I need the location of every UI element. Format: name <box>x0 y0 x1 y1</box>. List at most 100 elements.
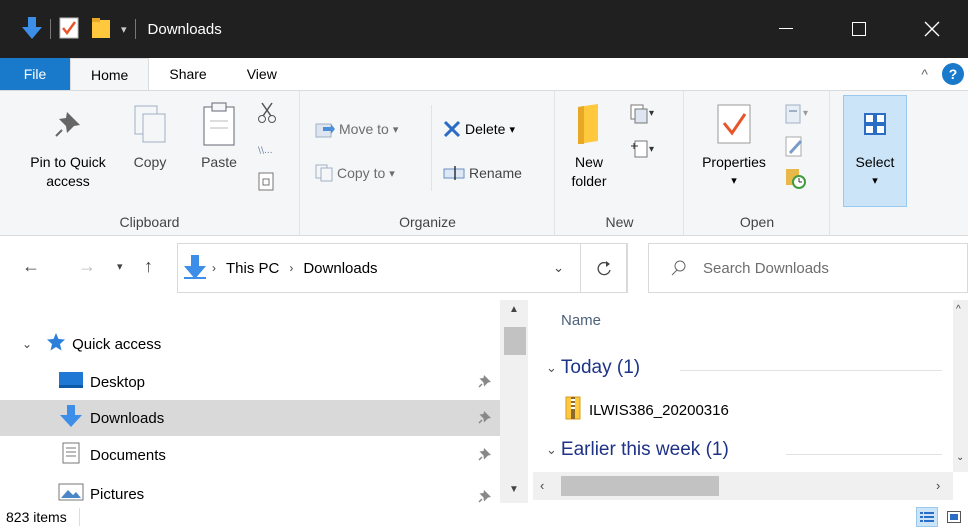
details-view-icon[interactable] <box>916 507 938 527</box>
forward-icon[interactable]: → <box>78 256 96 277</box>
history-icon[interactable] <box>785 167 807 191</box>
select-dropdown-icon: ▾ <box>872 175 878 187</box>
customize-qat-icon[interactable]: ▾ <box>121 23 127 36</box>
refresh-icon <box>597 261 611 276</box>
ribbon: Pin to Quick access Copy Paste \\... Cli… <box>0 90 968 236</box>
select-all-icon <box>863 95 887 153</box>
new-folder-qat-icon[interactable] <box>91 17 111 42</box>
nav-item-label: Pictures <box>90 485 145 503</box>
zip-file-icon <box>565 396 581 424</box>
group-header-earlier-this-week[interactable]: ⌄ Earlier this week (1) <box>546 439 729 461</box>
pin-icon[interactable] <box>478 447 492 465</box>
search-placeholder: Search Downloads <box>703 259 829 277</box>
tab-file[interactable]: File <box>0 58 70 90</box>
tab-home[interactable]: Home <box>70 58 150 91</box>
quick-access-toolbar: ▾ Downloads <box>0 0 222 58</box>
breadcrumb-downloads[interactable]: Downloads <box>303 260 377 277</box>
nav-item-documents[interactable]: Documents <box>0 437 500 473</box>
status-bar: 823 items <box>0 503 968 531</box>
delete-label: Delete <box>465 121 506 137</box>
clipboard-group: Pin to Quick access Copy Paste \\... Cli… <box>0 91 300 235</box>
move-to-button[interactable]: Move to ▾ <box>315 117 398 141</box>
column-header-name[interactable]: Name <box>561 312 601 329</box>
copy-to-label: Copy to <box>337 165 386 181</box>
scroll-right-icon[interactable]: › <box>936 478 940 493</box>
breadcrumb-this-pc[interactable]: This PC <box>226 260 279 277</box>
scroll-down-icon[interactable]: ▼ <box>509 484 519 495</box>
paste-shortcut-icon[interactable] <box>258 169 274 193</box>
copy-path-icon[interactable]: \\... <box>258 137 278 161</box>
easy-access-icon[interactable]: ▾ <box>630 137 656 161</box>
properties-button[interactable]: Properties ▾ <box>691 95 777 191</box>
search-box[interactable]: Search Downloads <box>648 243 968 293</box>
minimize-button[interactable] <box>749 0 822 58</box>
collapse-chevron-icon[interactable]: ⌄ <box>546 442 557 458</box>
svg-text:▾: ▾ <box>649 144 654 155</box>
address-bar[interactable]: › This PC › Downloads ⌄ <box>177 243 627 293</box>
paste-label: Paste <box>201 154 237 170</box>
new-group-label: New <box>605 214 634 230</box>
nav-item-downloads[interactable]: Downloads <box>0 400 500 436</box>
new-item-icon[interactable]: ▾ <box>630 103 656 127</box>
group-header-label: Today (1) <box>560 357 641 378</box>
open-group-label: Open <box>739 214 775 230</box>
navigation-pane: ⌄ Quick access Desktop Downloads Documen… <box>0 300 528 503</box>
pin-icon[interactable] <box>478 489 492 503</box>
scroll-up-icon[interactable]: ▲ <box>509 304 519 315</box>
nav-item-label: Desktop <box>90 373 146 391</box>
expand-chevron-icon[interactable]: ⌄ <box>22 337 32 351</box>
pin-icon[interactable] <box>478 410 492 428</box>
back-icon[interactable]: ← <box>22 256 40 277</box>
group-header-today[interactable]: ⌄ Today (1) <box>546 357 640 379</box>
toolbar-separator <box>50 19 51 39</box>
search-icon <box>671 260 686 276</box>
paste-button[interactable]: Paste <box>194 95 244 172</box>
select-label: Select <box>855 154 895 170</box>
recent-locations-icon[interactable]: ▾ <box>117 260 123 273</box>
nav-item-desktop[interactable]: Desktop <box>0 364 500 400</box>
help-icon[interactable]: ? <box>942 63 964 85</box>
new-folder-button[interactable]: New folder <box>560 95 618 191</box>
address-dropdown-icon[interactable]: ⌄ <box>553 260 564 276</box>
downloads-icon <box>58 404 84 432</box>
cut-icon[interactable] <box>258 101 276 125</box>
up-icon[interactable]: ↑ <box>144 256 153 277</box>
open-icon[interactable]: ▾ <box>785 103 815 127</box>
refresh-button[interactable] <box>580 243 628 293</box>
maximize-button[interactable] <box>822 0 895 58</box>
close-button[interactable] <box>895 0 968 58</box>
tab-view[interactable]: View <box>227 58 297 90</box>
nav-item-pictures[interactable]: Pictures <box>0 475 500 503</box>
pin-to-quick-access-button[interactable]: Pin to Quick access <box>18 95 118 191</box>
large-icons-view-icon[interactable] <box>944 507 964 527</box>
scroll-left-icon[interactable]: ‹ <box>540 478 544 493</box>
select-button[interactable]: Select ▾ <box>845 95 905 191</box>
content-vertical-scrollbar[interactable] <box>953 300 968 472</box>
list-item[interactable]: ILWIS386_20200316 <box>565 396 729 424</box>
rename-icon <box>443 166 465 180</box>
delete-button[interactable]: Delete ▾ <box>443 117 515 141</box>
scroll-up-icon[interactable]: ^ <box>956 304 961 315</box>
pin-label-line-2: access <box>46 173 90 189</box>
copy-to-button[interactable]: Copy to ▾ <box>315 161 395 185</box>
collapse-ribbon-icon[interactable]: ^ <box>921 66 928 82</box>
copy-button[interactable]: Copy <box>128 95 172 172</box>
copy-to-icon <box>315 164 333 182</box>
rename-button[interactable]: Rename <box>443 161 522 185</box>
tab-share[interactable]: Share <box>149 58 226 90</box>
scroll-down-icon[interactable]: ⌄ <box>956 452 964 463</box>
horizontal-scrollbar-thumb[interactable] <box>561 476 719 496</box>
group-divider <box>680 370 942 371</box>
window-title: Downloads <box>147 20 222 38</box>
new-folder-label-line-2: folder <box>571 173 607 189</box>
open-group: Properties ▾ ▾ Open <box>685 91 830 235</box>
move-to-label: Move to <box>339 121 389 137</box>
nav-quick-access[interactable]: ⌄ Quick access <box>0 326 500 362</box>
nav-scrollbar-thumb[interactable] <box>504 327 526 355</box>
properties-qat-icon[interactable] <box>59 17 79 42</box>
edit-icon[interactable] <box>785 135 805 159</box>
desktop-icon <box>58 370 84 394</box>
collapse-chevron-icon[interactable]: ⌄ <box>546 360 557 376</box>
pin-icon[interactable] <box>478 374 492 392</box>
properties-label: Properties <box>702 154 766 170</box>
